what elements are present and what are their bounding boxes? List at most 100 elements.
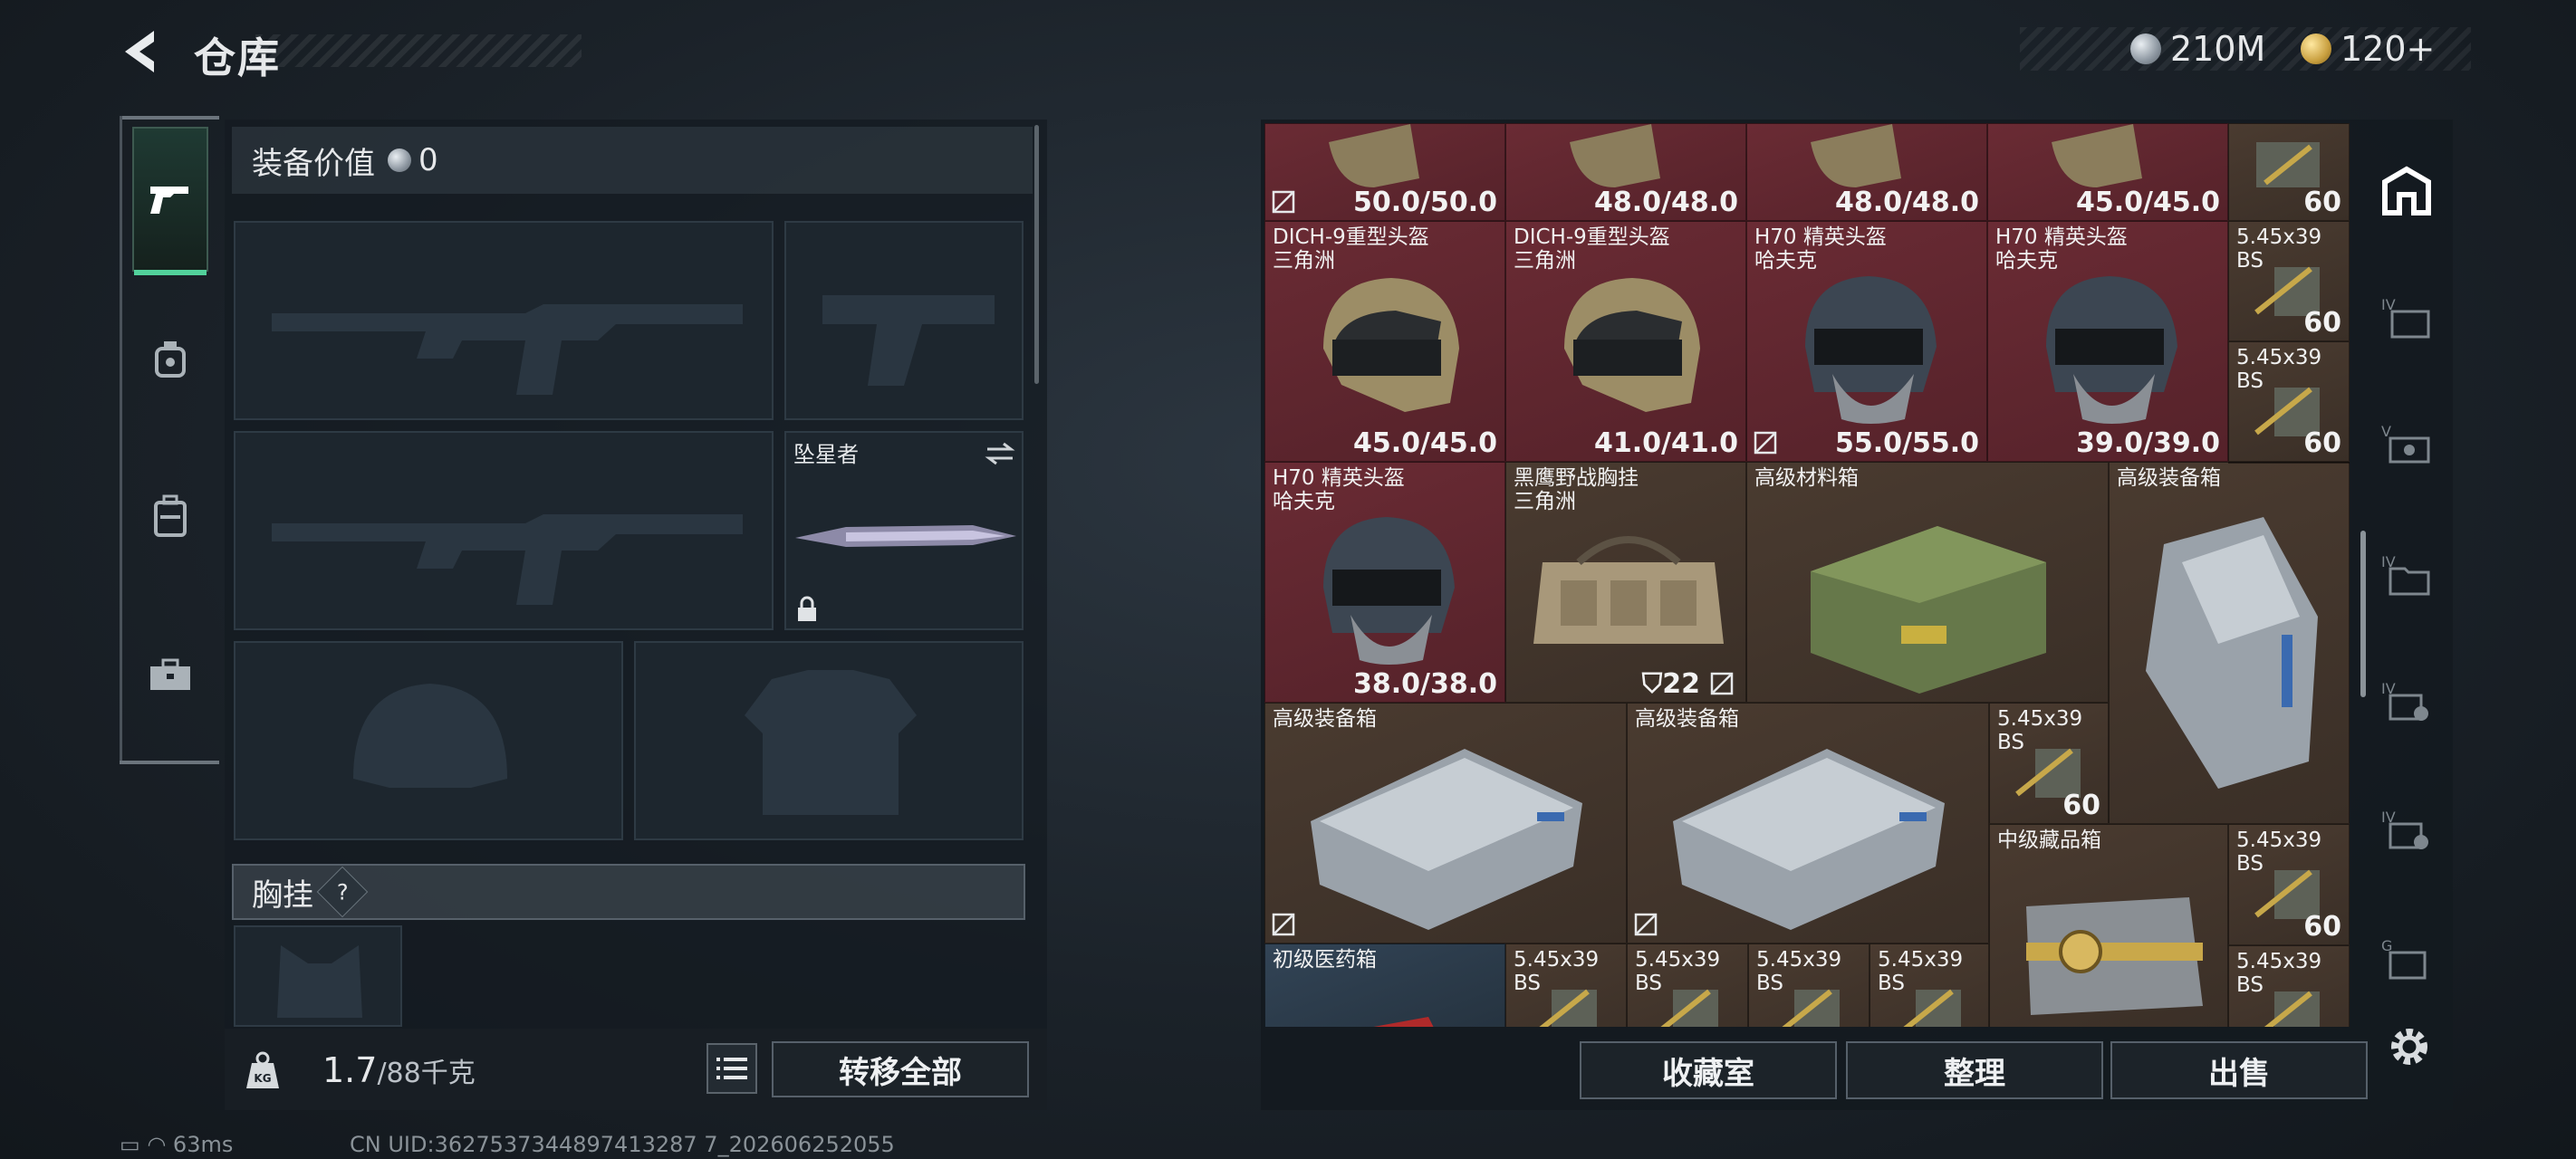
inventory-item-med-box[interactable]: 初级医药箱 xyxy=(1264,943,1505,1027)
title-decoration xyxy=(255,34,582,67)
ammo-box-icon xyxy=(1782,989,1840,1027)
inventory-item-ammo[interactable]: 5.45x39 BS 60 xyxy=(1989,703,2109,824)
folder-iv-icon: IV xyxy=(2381,553,2430,596)
primary-weapon-slot[interactable] xyxy=(234,221,774,420)
inventory-item-equipment-box[interactable]: 高级装备箱 xyxy=(2109,462,2350,824)
inventory-item-dich9-helmet[interactable]: DICH-9重型头盔 三角洲 45.0/45.0 xyxy=(1264,221,1505,462)
chest-rig-slot[interactable] xyxy=(234,925,402,1027)
collection-room-button[interactable]: 收藏室 xyxy=(1580,1041,1837,1099)
side-tab-1[interactable]: IV xyxy=(2375,286,2438,350)
gear-icon[interactable] xyxy=(2384,1021,2435,1072)
ammo-box-icon xyxy=(2264,991,2320,1027)
toolbox-icon xyxy=(150,658,190,690)
sort-button[interactable]: 整理 xyxy=(1846,1041,2103,1099)
melee-slot[interactable]: 坠星者 xyxy=(784,431,1024,630)
equipment-value-amount: 0 xyxy=(418,142,438,178)
chest-rig-icon xyxy=(1533,536,1724,644)
helmet-icon xyxy=(1329,124,1419,187)
sell-button[interactable]: 出售 xyxy=(2110,1041,2368,1099)
grenade-icon xyxy=(155,341,186,378)
tan-helmet-icon xyxy=(1564,278,1700,412)
back-icon[interactable] xyxy=(120,27,165,76)
dark-helmet-icon xyxy=(2046,276,2177,424)
list-view-button[interactable] xyxy=(706,1043,757,1094)
inventory-item[interactable]: 48.0/48.0 xyxy=(1746,123,1987,221)
equipment-scrollbar[interactable] xyxy=(1034,125,1039,384)
backpack-icon xyxy=(154,494,187,537)
melee-name: 坠星者 xyxy=(793,442,859,467)
item-name: 高级材料箱 xyxy=(1754,466,1859,490)
capacity-icon: ⛉ xyxy=(1641,668,1663,700)
help-icon[interactable]: ? xyxy=(316,866,369,918)
chest-rig-label: 胸挂 xyxy=(252,876,313,914)
inventory-item-ammo[interactable]: 5.45x39 BS xyxy=(1870,943,1989,1027)
inventory-item-material-box[interactable]: 高级材料箱 xyxy=(1746,462,2109,703)
inventory-item[interactable]: 48.0/48.0 xyxy=(1505,123,1746,221)
inventory-item[interactable]: 45.0/45.0 xyxy=(1987,123,2228,221)
gun-icon xyxy=(150,187,188,214)
transfer-all-button[interactable]: 转移全部 xyxy=(772,1041,1029,1097)
swap-icon[interactable] xyxy=(984,440,1016,467)
lock-icon xyxy=(798,596,816,621)
durability: 39.0/39.0 xyxy=(2076,427,2220,459)
secondary-weapon-slot[interactable] xyxy=(234,431,774,630)
helmet-icon xyxy=(1570,124,1660,187)
inventory-item-ammo[interactable]: 5.45x39 BS 60 xyxy=(2228,824,2350,945)
inventory-item-ammo[interactable]: 5.45x39 BS xyxy=(2228,945,2350,1027)
gold-currency[interactable]: 120+ xyxy=(2301,27,2435,71)
inventory-item-ammo[interactable]: 5.45x39 BS xyxy=(1627,943,1748,1027)
item-name: 中级藏品箱 xyxy=(1997,829,2101,852)
medkit-icon xyxy=(1373,1017,1434,1027)
inventory-item-h70-helmet[interactable]: H70 精英头盔 哈夫克 55.0/55.0 xyxy=(1746,221,1987,462)
side-tab-4[interactable]: IV xyxy=(2375,670,2438,733)
ammo-box-icon xyxy=(1539,989,1597,1027)
nav-toolbox[interactable] xyxy=(132,603,208,748)
case-v-icon: V xyxy=(2381,423,2430,464)
side-tab-5[interactable]: IV xyxy=(2375,799,2438,862)
inventory-scrollbar[interactable] xyxy=(2360,531,2366,697)
durability: 45.0/45.0 xyxy=(2076,187,2220,218)
pistol-slot[interactable] xyxy=(784,221,1024,420)
rifle-silhouette-icon xyxy=(272,514,743,605)
equipment-value: 装备价值 0 xyxy=(232,127,1033,194)
side-tab-warehouse[interactable] xyxy=(2375,159,2438,223)
ping: 63ms xyxy=(172,1132,234,1157)
inventory-item-vest[interactable]: 黑鹰野战胸挂 三角洲 ⛉22 xyxy=(1505,462,1746,703)
side-tab-6[interactable]: G xyxy=(2375,927,2438,991)
rifle-silhouette-icon xyxy=(272,304,743,395)
inventory-item-ammo[interactable]: 5.45x39 BS xyxy=(1505,943,1627,1027)
inventory-item[interactable]: 60 xyxy=(2228,123,2350,221)
inventory-item-ammo[interactable]: 5.45x39 BS 60 xyxy=(2228,221,2350,341)
armor-slot[interactable] xyxy=(634,641,1024,840)
side-tab-3[interactable]: IV xyxy=(2375,543,2438,607)
inventory-item-ammo[interactable]: 5.45x39 BS 60 xyxy=(2228,341,2350,462)
inventory-item-h70-helmet[interactable]: H70 精英头盔 哈夫克 39.0/39.0 xyxy=(1987,221,2228,462)
nav-grenades[interactable] xyxy=(132,286,208,431)
key-iv-icon: IV xyxy=(2381,680,2428,721)
ammo-count: 60 xyxy=(2303,427,2341,459)
inventory-item-equipment-box[interactable]: 高级装备箱 xyxy=(1627,703,1989,943)
helmet-icon xyxy=(1811,124,1901,187)
inventory-item-ammo[interactable]: 5.45x39 BS xyxy=(1748,943,1870,1027)
silver-currency[interactable]: 210M xyxy=(2130,27,2265,71)
inventory-item[interactable]: 50.0/50.0 xyxy=(1264,123,1505,221)
star-blade-icon xyxy=(795,525,1016,547)
ammo-box-icon xyxy=(1660,989,1718,1027)
dark-helmet-icon xyxy=(1323,517,1455,665)
item-name: 高级装备箱 xyxy=(2117,466,2221,490)
side-tab-2[interactable]: V xyxy=(2375,413,2438,476)
weight-current: 1.7 xyxy=(322,1050,378,1090)
inventory-item-equipment-box[interactable]: 高级装备箱 xyxy=(1264,703,1627,943)
helmet-slot[interactable] xyxy=(234,641,623,840)
nav-weapons[interactable] xyxy=(132,127,208,275)
user-uid: CN UID:3627537344897413287 7_20260625205… xyxy=(350,1132,895,1157)
nav-backpack[interactable] xyxy=(132,444,208,589)
gold-coin-icon xyxy=(2301,34,2331,64)
inventory-item-dich9-helmet[interactable]: DICH-9重型头盔 三角洲 41.0/41.0 xyxy=(1505,221,1746,462)
inventory-grid[interactable]: 50.0/50.0 48.0/48.0 48.0/48.0 45.0/45.0 … xyxy=(1264,123,2351,1027)
item-name: 初级医药箱 xyxy=(1273,948,1377,972)
inventory-item-h70-helmet[interactable]: H70 精英头盔 哈夫克 38.0/38.0 xyxy=(1264,462,1505,703)
durability: 48.0/48.0 xyxy=(1835,187,1979,218)
silver-coin-icon xyxy=(2130,34,2161,64)
inventory-item-collectible-box[interactable]: 中级藏品箱 xyxy=(1989,824,2228,1027)
